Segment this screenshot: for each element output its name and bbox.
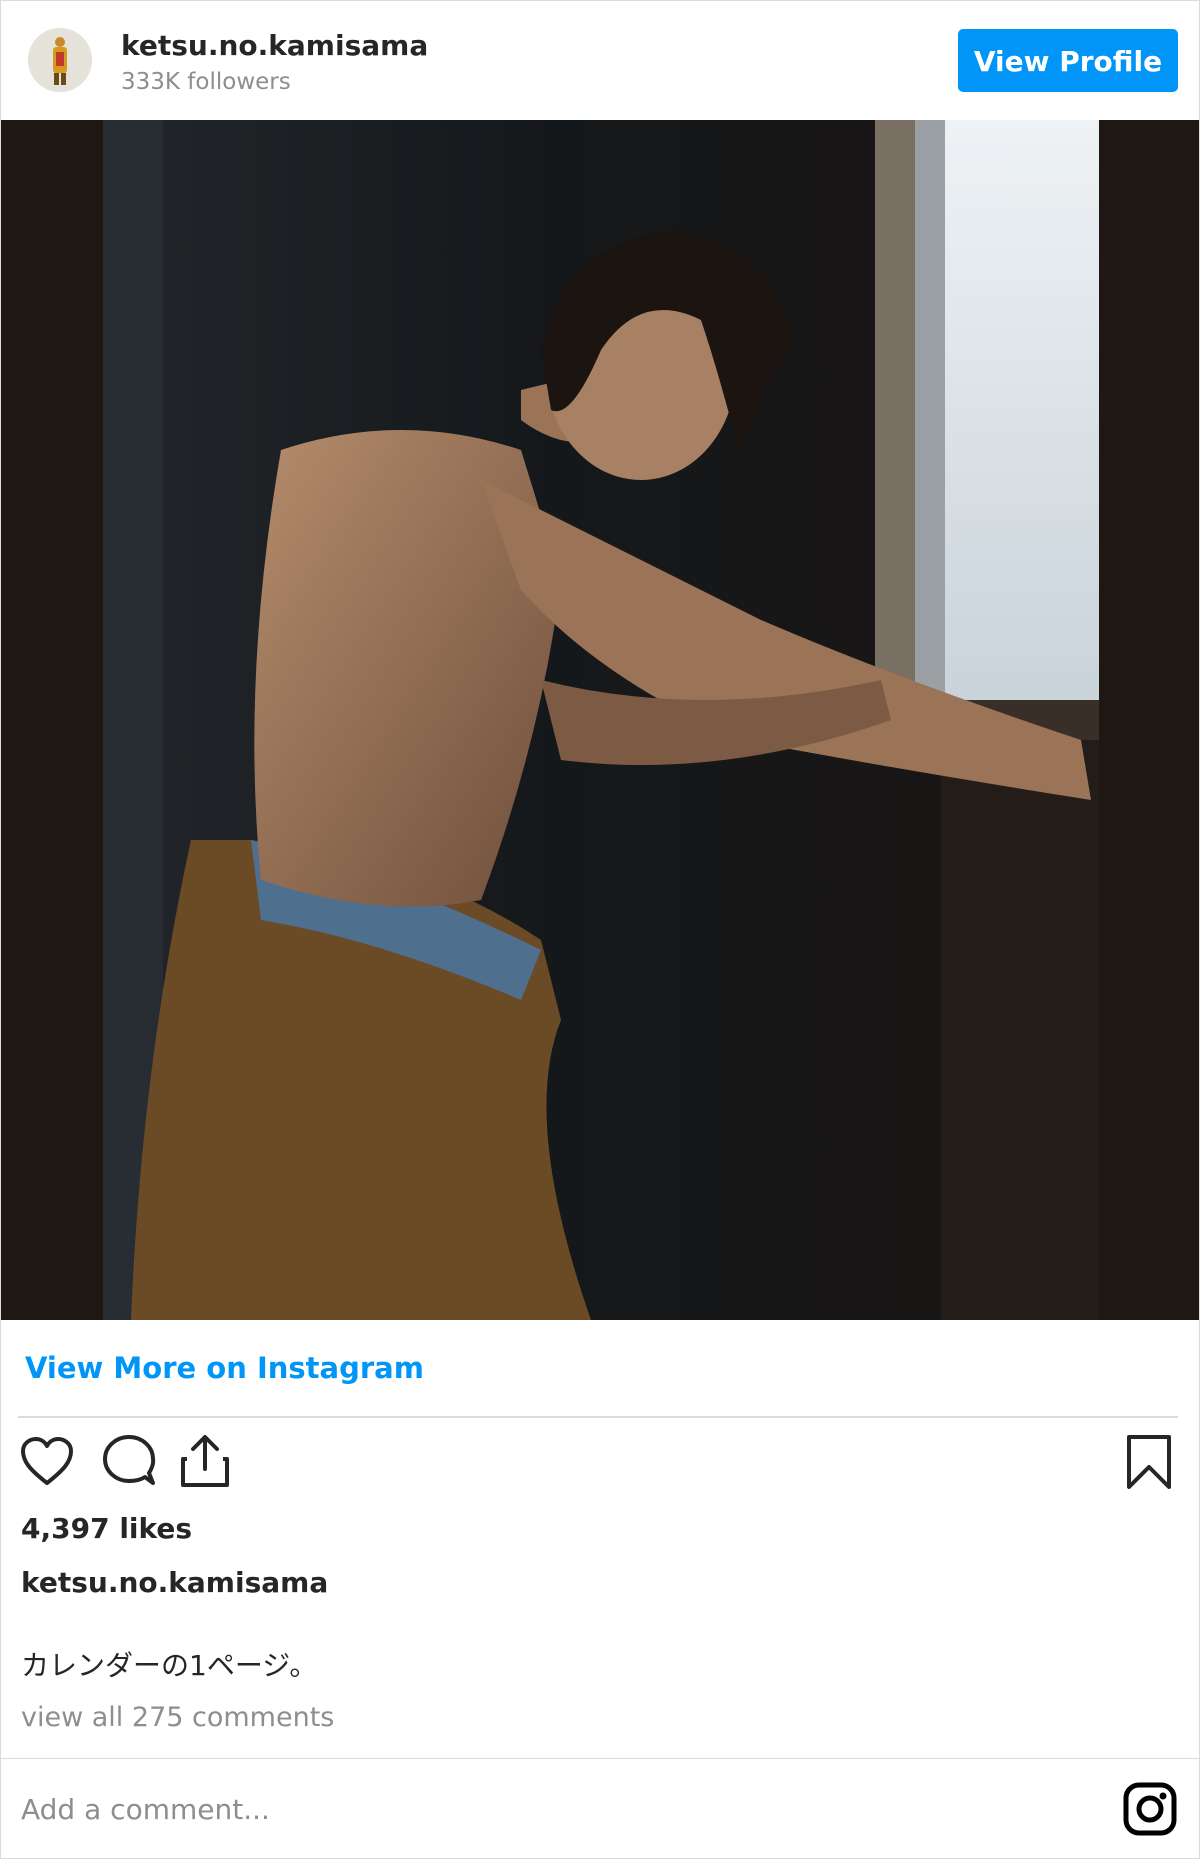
bookmark-icon[interactable] — [1125, 1433, 1173, 1495]
instagram-logo-icon[interactable] — [1123, 1782, 1177, 1840]
caption-text: カレンダーの1ページ。 — [21, 1649, 318, 1682]
instagram-embed-card: ketsu.no.kamisama 333K followers View Pr… — [0, 0, 1200, 1859]
heart-icon[interactable] — [19, 1435, 75, 1491]
follower-count: 333K followers — [121, 69, 291, 95]
profile-avatar[interactable] — [28, 28, 92, 92]
comment-icon[interactable] — [101, 1435, 157, 1493]
avatar-figure-icon — [28, 28, 92, 92]
divider — [1, 1758, 1199, 1759]
comment-input[interactable] — [21, 1789, 1101, 1829]
like-count[interactable]: 4,397 likes — [21, 1512, 192, 1545]
post-photo[interactable] — [1, 120, 1199, 1320]
divider — [18, 1416, 1178, 1418]
caption-username[interactable]: ketsu.no.kamisama — [21, 1566, 328, 1599]
view-profile-button[interactable]: View Profile — [958, 29, 1178, 92]
post-header: ketsu.no.kamisama 333K followers View Pr… — [1, 1, 1199, 120]
profile-username[interactable]: ketsu.no.kamisama — [121, 29, 428, 62]
view-more-link[interactable]: View More on Instagram — [25, 1351, 424, 1385]
photo-image — [1, 120, 1199, 1320]
view-comments-link[interactable]: view all 275 comments — [21, 1702, 334, 1733]
share-icon[interactable] — [179, 1433, 231, 1493]
